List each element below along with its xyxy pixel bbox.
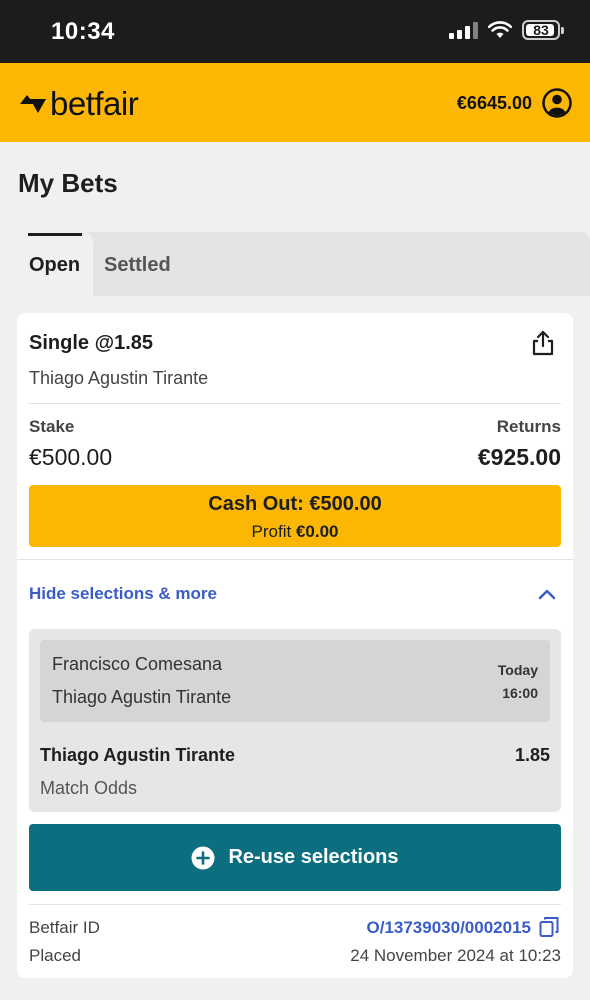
- page-title: My Bets: [18, 168, 118, 198]
- away-player: Thiago Agustin Tirante: [52, 687, 232, 707]
- cash-out-label: Cash Out: €500.00: [208, 493, 382, 515]
- divider: [29, 904, 561, 905]
- bet-tabs: Open Settled: [0, 232, 590, 297]
- tab-open-label: Open: [29, 254, 81, 276]
- selection-market: Match Odds: [40, 778, 138, 798]
- wifi-icon: [488, 21, 512, 38]
- app-header: betfair €6645.00: [0, 63, 590, 142]
- plus-circle-icon: [191, 846, 215, 869]
- divider: [17, 559, 573, 560]
- battery-icon: 83: [522, 20, 564, 40]
- bet-runner: Thiago Agustin Tirante: [29, 368, 209, 388]
- battery-level: 83: [533, 22, 549, 38]
- placed-label: Placed: [29, 946, 81, 965]
- tab-open[interactable]: Open: [0, 232, 93, 297]
- bet-card: Single @1.85 Thiago Agustin Tirante Stak…: [17, 313, 573, 978]
- stake-value: €500.00: [29, 444, 113, 470]
- event-day: Today: [497, 662, 538, 678]
- account-balance[interactable]: €6645.00: [457, 93, 532, 114]
- tab-settled[interactable]: Settled: [104, 254, 171, 277]
- status-bar: 10:34 83: [0, 0, 590, 63]
- placed-value: 24 November 2024 at 10:23: [350, 946, 561, 965]
- profit-line: Profit €0.00: [29, 522, 561, 542]
- returns-label: Returns: [496, 417, 561, 436]
- reuse-selections-button[interactable]: Re-use selections: [29, 824, 561, 891]
- event-info[interactable]: Francisco Comesana Thiago Agustin Tirant…: [40, 640, 550, 722]
- status-icons: 83: [449, 20, 564, 40]
- selection-runner: Thiago Agustin Tirante: [40, 745, 236, 765]
- bet-type: Single @1.85: [29, 332, 153, 354]
- betfair-logo-icon: [20, 94, 46, 113]
- home-player: Francisco Comesana: [52, 654, 223, 674]
- stake-label: Stake: [29, 417, 75, 436]
- profit-label: Profit: [251, 522, 292, 541]
- profit-value: €0.00: [295, 522, 339, 541]
- betfair-id-label: Betfair ID: [29, 918, 100, 937]
- cash-out-button[interactable]: Cash Out: €500.00 Profit €0.00: [29, 485, 561, 547]
- account-icon[interactable]: [542, 88, 572, 118]
- chevron-up-icon[interactable]: [537, 586, 557, 602]
- selection-details: Francisco Comesana Thiago Agustin Tirant…: [29, 629, 561, 812]
- hide-selections-link[interactable]: Hide selections & more: [29, 584, 217, 604]
- share-icon[interactable]: [529, 329, 557, 357]
- betfair-logo[interactable]: betfair: [18, 85, 139, 122]
- event-time: 16:00: [502, 685, 538, 701]
- signal-icon: [449, 21, 478, 39]
- selection-odds: 1.85: [514, 745, 550, 765]
- copy-icon[interactable]: [539, 916, 559, 938]
- brand-name: betfair: [50, 85, 139, 122]
- divider: [29, 403, 561, 404]
- returns-value: €925.00: [477, 444, 561, 470]
- betfair-id-value[interactable]: O/13739030/0002015: [367, 918, 532, 938]
- reuse-selections-label: Re-use selections: [228, 846, 399, 868]
- active-tab-indicator: [28, 233, 82, 236]
- status-time: 10:34: [51, 18, 115, 45]
